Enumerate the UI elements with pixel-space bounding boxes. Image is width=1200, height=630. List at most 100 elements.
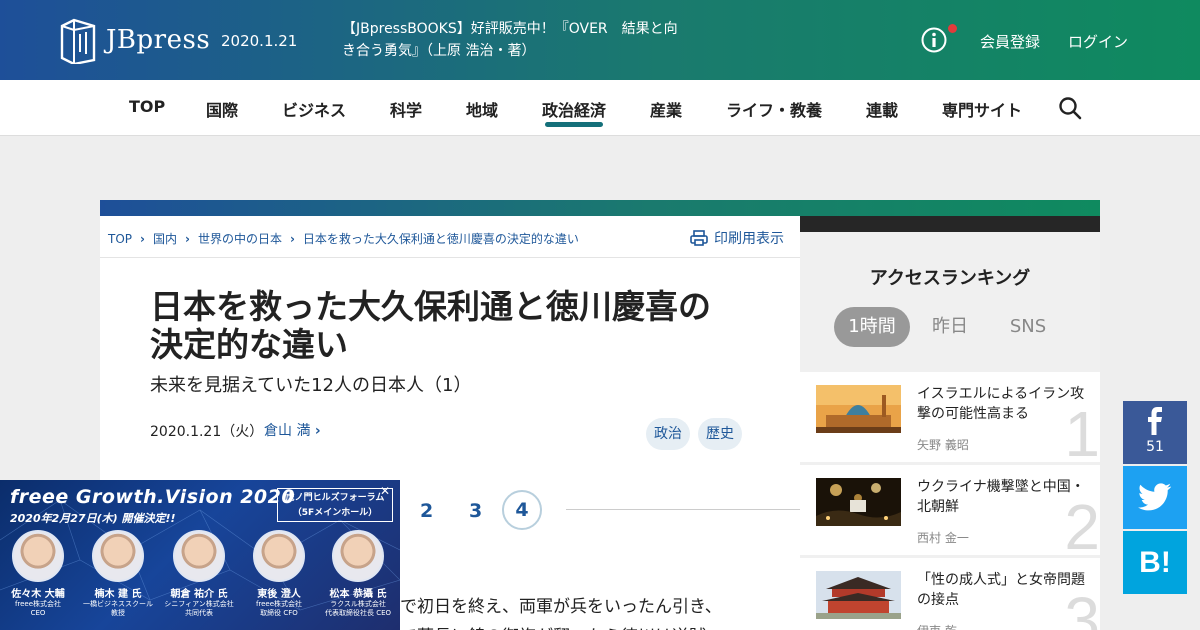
author-name: 倉山 満 [264, 423, 311, 439]
speaker-org: ラクスル株式会社 [330, 600, 386, 608]
divider [100, 257, 800, 258]
speaker-role: 代表取締役社長 CEO [324, 609, 392, 617]
logo-text: JBpress [106, 25, 211, 55]
nav-item-life[interactable]: ライフ・教養 [726, 97, 822, 121]
access-ranking: アクセスランキング 1時間 昨日 SNS イスラエルによるイラン攻撃の可能性高ま… [800, 232, 1100, 630]
tab-yesterday[interactable]: 昨日 [924, 307, 976, 347]
site-logo[interactable]: JBpress [60, 16, 210, 64]
ranking-item-author: 西村 金一 [917, 531, 969, 545]
breadcrumb: TOP › 国内 › 世界の中の日本 › 日本を救った大久保利通と徳川慶喜の決定… [108, 230, 579, 247]
ranking-title: アクセスランキング [869, 268, 1031, 289]
nav-item-top[interactable]: TOP [129, 97, 165, 116]
title-line: 決定的な違い [150, 325, 348, 364]
speaker-role: 教授 [111, 609, 125, 617]
breadcrumb-item[interactable]: 国内 [153, 230, 177, 247]
sidebar-top-bar [800, 216, 1100, 232]
content-top-bar [100, 200, 1100, 216]
hatena-bookmark-button[interactable]: B! [1123, 531, 1187, 594]
breadcrumb-item[interactable]: TOP [108, 232, 132, 246]
nav-item-region[interactable]: 地域 [466, 97, 498, 121]
candlelight-thumbnail [816, 478, 901, 526]
close-icon[interactable]: ✕ [378, 484, 392, 498]
speaker-role: 取締役 CFO [260, 609, 298, 617]
pager-divider [566, 509, 800, 510]
mosque-thumbnail [816, 385, 901, 433]
advertisement-banner[interactable]: freee Growth.Vision 2020 2020年2月27日(木) 開… [0, 480, 400, 630]
tab-sns[interactable]: SNS [1000, 307, 1056, 347]
article-subtitle: 未来を見据えていた12人の日本人（1） [150, 375, 472, 396]
speaker-photo [173, 530, 225, 582]
ad-date: 2020年2月27日(木) 開催決定!! [10, 512, 176, 525]
ad-speaker: 東後 澄人 freee株式会社 取締役 CFO [239, 530, 319, 618]
article-date: 2020.1.21（火） [150, 424, 264, 440]
breadcrumb-item[interactable]: 日本を救った大久保利通と徳川慶喜の決定的な違い [303, 230, 579, 247]
ranking-item[interactable]: ウクライナ機撃墜と中国・北朝鮮 西村 金一 2 [800, 465, 1100, 555]
nav-item-science[interactable]: 科学 [390, 97, 422, 121]
info-icon[interactable] [921, 27, 947, 53]
printer-icon [690, 230, 708, 246]
promo-line: き合う勇気』（上原 浩治・著） [342, 43, 536, 59]
article-body-line: て薩長に錦の御旗が翻ったら徳川は逆賊 [400, 622, 706, 630]
author-link[interactable]: 倉山 満 › [264, 420, 321, 440]
ad-venue-line: 虎ノ門ヒルズフォーラム [285, 493, 385, 503]
pager-page-3[interactable]: 3 [469, 500, 482, 522]
logo-icon [60, 18, 96, 64]
speaker-org: 一橋ビジネススクール [83, 600, 153, 608]
facebook-share-count: 51 [1146, 439, 1164, 455]
ranking-item-title: ウクライナ機撃墜と中国・北朝鮮 [917, 479, 1085, 515]
promo-link[interactable]: 【JBpressBOOKS】好評販売中！『OVER 結果と向 き合う勇気』（上原… [342, 18, 692, 62]
speaker-photo [253, 530, 305, 582]
hatena-bookmark-icon: B! [1139, 546, 1171, 579]
speaker-org: freee株式会社 [255, 600, 303, 608]
ad-venue-line: （5Fメインホール） [292, 508, 378, 518]
ranking-number: 2 [1064, 491, 1100, 555]
twitter-icon [1138, 483, 1172, 511]
notification-dot [948, 24, 957, 33]
nav-active-indicator [545, 122, 603, 127]
speaker-role: CEO [30, 609, 46, 617]
ranking-number: 3 [1064, 584, 1100, 630]
temple-thumbnail [816, 571, 901, 619]
ad-speaker: 楠木 建 氏 一橋ビジネススクール 教授 [78, 530, 158, 618]
tag-politics[interactable]: 政治 [646, 418, 690, 450]
title-line: 日本を救った大久保利通と徳川慶喜の [150, 287, 711, 326]
tab-1hour[interactable]: 1時間 [834, 307, 910, 347]
chevron-right-icon: › [184, 231, 190, 246]
nav-item-industry[interactable]: 産業 [650, 97, 682, 121]
speaker-name: 東後 澄人 [257, 589, 301, 600]
speaker-role: 共同代表 [185, 609, 213, 617]
breadcrumb-item[interactable]: 世界の中の日本 [198, 230, 282, 247]
chevron-right-icon: › [140, 231, 145, 246]
facebook-share-button[interactable]: 51 [1123, 401, 1187, 464]
register-link[interactable]: 会員登録 [980, 31, 1040, 52]
tag-history[interactable]: 歴史 [698, 418, 742, 450]
ranking-item[interactable]: 「性の成人式」と女帝問題の接点 伊東 乾 3 [800, 558, 1100, 630]
nav-item-politics-economy[interactable]: 政治経済 [542, 97, 606, 121]
print-button[interactable]: 印刷用表示 [690, 228, 784, 248]
ranking-number: 1 [1064, 398, 1100, 462]
nav-item-series[interactable]: 連載 [866, 97, 898, 121]
ad-venue: 虎ノ門ヒルズフォーラム （5Fメインホール） [277, 488, 393, 522]
promo-line: 【JBpressBOOKS】好評販売中！『OVER 結果と向 [342, 21, 678, 37]
article-title: 日本を救った大久保利通と徳川慶喜の 決定的な違い [150, 288, 750, 364]
nav-item-special-sites[interactable]: 専門サイト [942, 97, 1022, 121]
nav-item-business[interactable]: ビジネス [282, 97, 346, 121]
chevron-right-icon: › [289, 231, 295, 246]
pager-current-page[interactable]: 4 [502, 490, 542, 530]
search-icon[interactable] [1058, 96, 1082, 120]
pager-page-2[interactable]: 2 [420, 500, 433, 522]
site-header: JBpress 2020.1.21 【JBpressBOOKS】好評販売中！『O… [0, 0, 1200, 80]
ranking-item-title: 「性の成人式」と女帝問題の接点 [917, 572, 1085, 608]
main-nav: TOP 国際 ビジネス 科学 地域 政治経済 産業 ライフ・教養 連載 専門サイ… [0, 80, 1200, 136]
speaker-name: 佐々木 大輔 [11, 589, 65, 600]
nav-item-international[interactable]: 国際 [206, 97, 238, 121]
login-link[interactable]: ログイン [1068, 31, 1128, 52]
ad-title: freee Growth.Vision 2020 [10, 486, 296, 508]
ranking-item[interactable]: イスラエルによるイラン攻撃の可能性高まる 矢野 義昭 1 [800, 372, 1100, 462]
twitter-share-button[interactable] [1123, 466, 1187, 529]
speaker-name: 朝倉 祐介 氏 [170, 589, 228, 600]
ad-speaker: 朝倉 祐介 氏 シニフィアン株式会社 共同代表 [159, 530, 239, 618]
speaker-name: 楠木 建 氏 [94, 589, 142, 600]
ranking-item-author: 矢野 義昭 [917, 438, 969, 452]
article-body-line: で初日を終え、両軍が兵をいったん引き、 [400, 597, 722, 617]
